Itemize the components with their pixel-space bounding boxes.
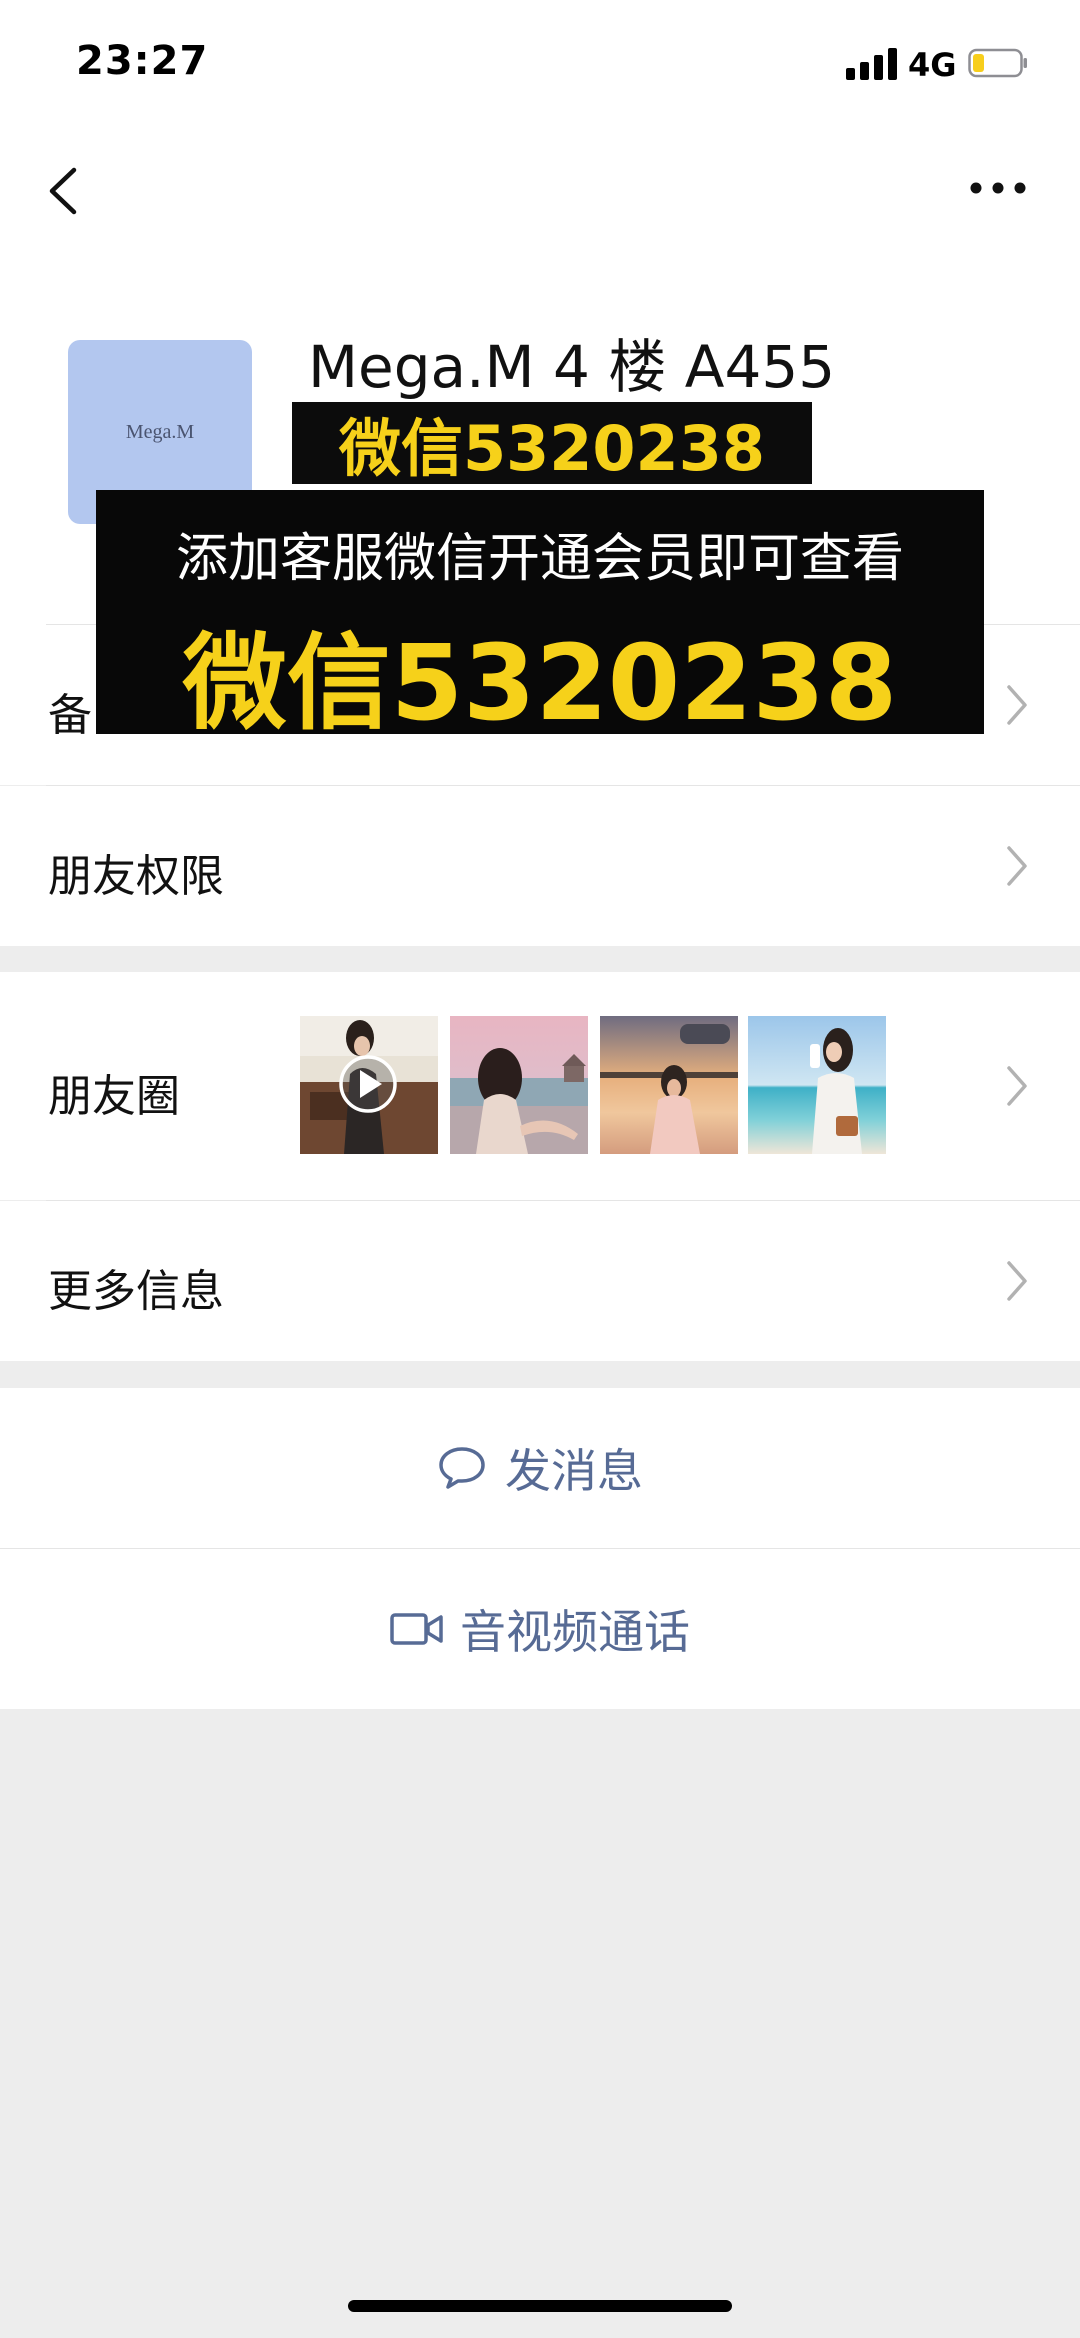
remark-label: 备 bbox=[48, 690, 92, 741]
moment-thumbnail[interactable] bbox=[300, 1016, 438, 1154]
overlay-banner-line2: 微信5320238 bbox=[182, 622, 898, 744]
battery-icon bbox=[968, 48, 1027, 78]
overlay-banner-line1: 添加客服微信开通会员即可查看 bbox=[175, 529, 904, 589]
more-info-row[interactable]: 更多信息 bbox=[0, 1201, 1080, 1361]
avatar-text: Mega.M bbox=[125, 420, 195, 443]
overlay-banner-large: 添加客服微信开通会员即可查看 微信5320238 bbox=[96, 490, 984, 744]
moment-thumbnail[interactable] bbox=[748, 1016, 886, 1154]
chevron-right-icon bbox=[1007, 846, 1027, 886]
audio-video-call-label: 音视频通话 bbox=[460, 1605, 690, 1659]
chat-bubble-icon bbox=[439, 1447, 485, 1489]
send-message-label: 发消息 bbox=[505, 1444, 643, 1498]
overlay-banner-small: 微信5320238 bbox=[292, 402, 812, 485]
signal-strength-icon bbox=[846, 48, 898, 80]
more-options-icon[interactable] bbox=[966, 168, 1030, 208]
more-info-label: 更多信息 bbox=[48, 1266, 224, 1317]
back-icon[interactable] bbox=[36, 156, 92, 226]
send-message-button[interactable]: 发消息 bbox=[0, 1388, 1080, 1548]
home-indicator[interactable] bbox=[348, 2300, 732, 2312]
friend-permissions-row[interactable]: 朋友权限 bbox=[0, 786, 1080, 946]
status-time: 23:27 bbox=[76, 38, 209, 84]
moments-label: 朋友圈 bbox=[48, 1071, 180, 1122]
profile-name: Mega.M 4 楼 A455 bbox=[308, 333, 836, 401]
moment-thumbnail[interactable] bbox=[450, 1016, 588, 1154]
video-camera-icon bbox=[390, 1613, 443, 1645]
network-type: 4G bbox=[908, 46, 957, 84]
friend-permissions-label: 朋友权限 bbox=[48, 851, 224, 902]
chevron-right-icon bbox=[1007, 685, 1027, 725]
moment-thumbnail[interactable] bbox=[600, 1016, 738, 1154]
chevron-right-icon bbox=[1007, 1066, 1027, 1106]
chevron-right-icon bbox=[1007, 1261, 1027, 1301]
audio-video-call-button[interactable]: 音视频通话 bbox=[0, 1549, 1080, 1709]
